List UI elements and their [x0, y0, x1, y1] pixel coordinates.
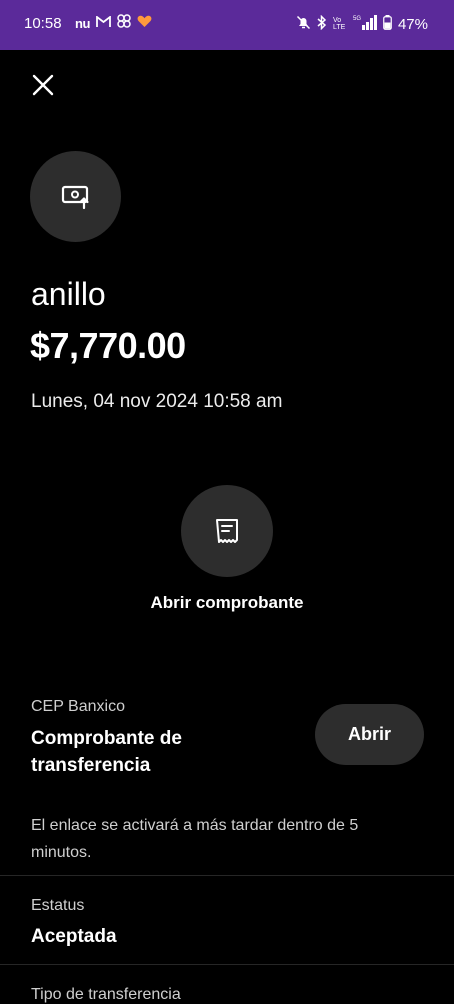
divider	[0, 964, 454, 965]
cep-title: Comprobante de transferencia	[31, 728, 182, 776]
5g-signal-icon: 5G	[353, 14, 377, 35]
nu-icon: nu	[75, 16, 90, 31]
status-value: Aceptada	[31, 926, 117, 947]
receipt-icon	[216, 519, 238, 543]
mute-icon	[296, 15, 311, 35]
close-icon	[32, 74, 54, 96]
svg-text:LTE: LTE	[333, 24, 346, 30]
open-receipt-button[interactable]	[181, 485, 273, 577]
transaction-date: Lunes, 04 nov 2024 10:58 am	[31, 391, 283, 412]
status-system-icons: Vo LTE 5G 47%	[296, 14, 428, 35]
svg-text:Vo: Vo	[333, 17, 341, 24]
status-bar: 10:58 nu Vo LTE 5G 47%	[0, 0, 454, 50]
transfer-out-icon	[61, 185, 89, 209]
open-receipt-label[interactable]: Abrir comprobante	[0, 593, 454, 613]
transaction-avatar	[30, 151, 121, 242]
divider	[0, 875, 454, 876]
transaction-amount: $7,770.00	[30, 325, 186, 366]
bluetooth-icon	[317, 14, 327, 35]
cep-label: CEP Banxico	[31, 698, 125, 715]
status-time: 10:58	[24, 15, 62, 32]
pinwheel-icon	[117, 14, 131, 33]
close-button[interactable]	[28, 70, 58, 100]
open-cep-button[interactable]: Abrir	[315, 704, 424, 765]
gmail-icon	[95, 14, 111, 33]
status-label: Estatus	[31, 897, 85, 914]
svg-text:5G: 5G	[353, 16, 361, 22]
cep-note: El enlace se activará a más tardar dentr…	[31, 817, 359, 861]
volte-icon: Vo LTE	[333, 15, 347, 35]
battery-icon	[383, 14, 392, 35]
status-notification-icons: nu	[75, 14, 152, 33]
transfer-type-label: Tipo de transferencia	[31, 986, 181, 1003]
heart-app-icon	[137, 15, 152, 33]
transaction-title: anillo	[31, 276, 106, 312]
battery-percent: 47%	[397, 16, 428, 33]
